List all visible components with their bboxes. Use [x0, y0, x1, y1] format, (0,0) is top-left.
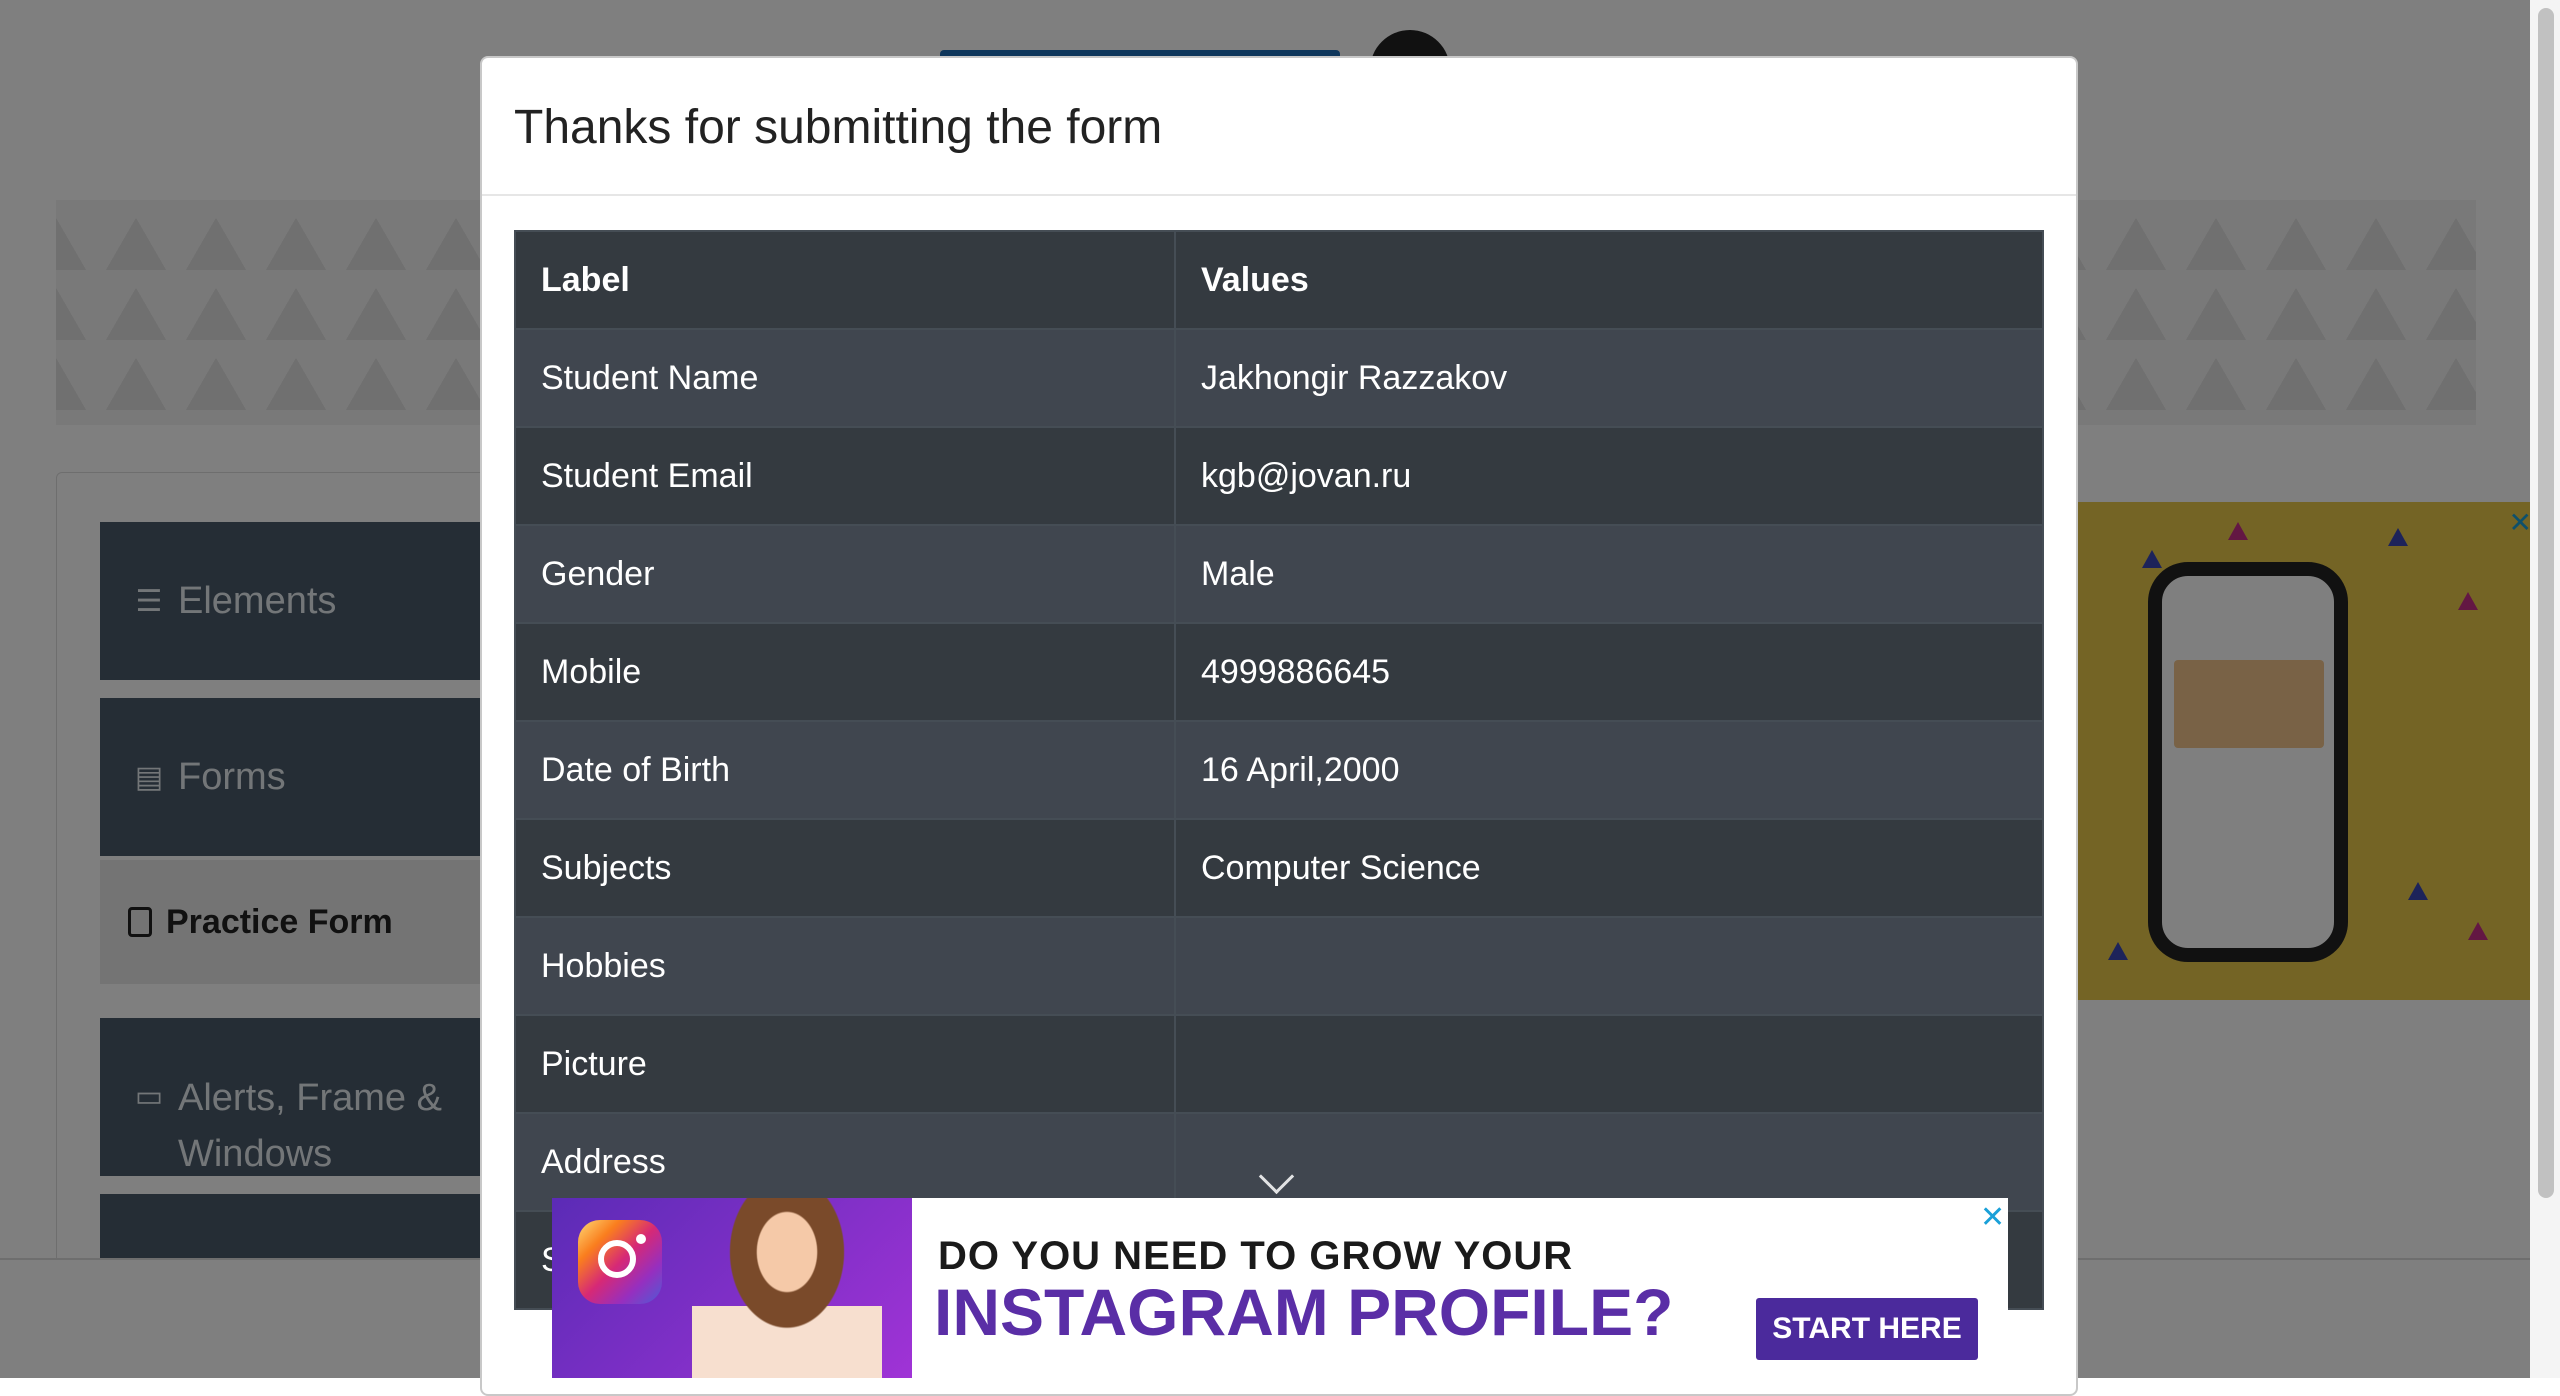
- instagram-icon: [578, 1220, 662, 1304]
- row-label: Student Name: [514, 328, 1176, 428]
- table-row: Student Name Jakhongir Razzakov: [514, 328, 2044, 428]
- table-row: Subjects Computer Science: [514, 818, 2044, 918]
- table-row: Date of Birth 16 April,2000: [514, 720, 2044, 820]
- row-value: [1174, 916, 2044, 1016]
- row-label: Gender: [514, 524, 1176, 624]
- row-label: Student Email: [514, 426, 1176, 526]
- modal-title: Thanks for submitting the form: [514, 101, 1163, 154]
- row-value: Male: [1174, 524, 2044, 624]
- row-label: Subjects: [514, 818, 1176, 918]
- row-value: 4999886645: [1174, 622, 2044, 722]
- scrollbar[interactable]: [2530, 0, 2560, 1378]
- ad-person-image: [692, 1198, 882, 1378]
- row-value: 16 April,2000: [1174, 720, 2044, 820]
- bottom-advertisement[interactable]: DO YOU NEED TO GROW YOUR INSTAGRAM PROFI…: [552, 1198, 2008, 1378]
- table-row: Gender Male: [514, 524, 2044, 624]
- row-value: [1174, 1014, 2044, 1114]
- close-icon[interactable]: ✕: [1980, 1200, 2005, 1235]
- row-value: kgb@jovan.ru: [1174, 426, 2044, 526]
- row-value: Computer Science: [1174, 818, 2044, 918]
- table-row: Mobile 4999886645: [514, 622, 2044, 722]
- table-row: Student Email kgb@jovan.ru: [514, 426, 2044, 526]
- submission-table: Label Values Student Name Jakhongir Razz…: [514, 230, 2044, 1310]
- row-label: Mobile: [514, 622, 1176, 722]
- start-here-button[interactable]: START HERE: [1756, 1298, 1978, 1360]
- column-header-values: Values: [1174, 230, 2044, 330]
- row-label: Address: [514, 1112, 1176, 1212]
- column-header-label: Label: [514, 230, 1176, 330]
- table-row: Hobbies: [514, 916, 2044, 1016]
- submission-modal: Thanks for submitting the form Label Val…: [480, 56, 2078, 1396]
- row-value: Jakhongir Razzakov: [1174, 328, 2044, 428]
- ad-purple-panel: [552, 1198, 912, 1378]
- table-header-row: Label Values: [514, 230, 2044, 330]
- scrollbar-thumb[interactable]: [2538, 8, 2554, 1198]
- modal-header: Thanks for submitting the form: [482, 58, 2076, 196]
- row-value: [1174, 1112, 2044, 1212]
- row-label: Hobbies: [514, 916, 1176, 1016]
- ad-subheadline: INSTAGRAM PROFILE?: [934, 1275, 1674, 1349]
- row-label: Date of Birth: [514, 720, 1176, 820]
- table-row: Picture: [514, 1014, 2044, 1114]
- ad-headline: DO YOU NEED TO GROW YOUR: [938, 1234, 1574, 1278]
- row-label: Picture: [514, 1014, 1176, 1114]
